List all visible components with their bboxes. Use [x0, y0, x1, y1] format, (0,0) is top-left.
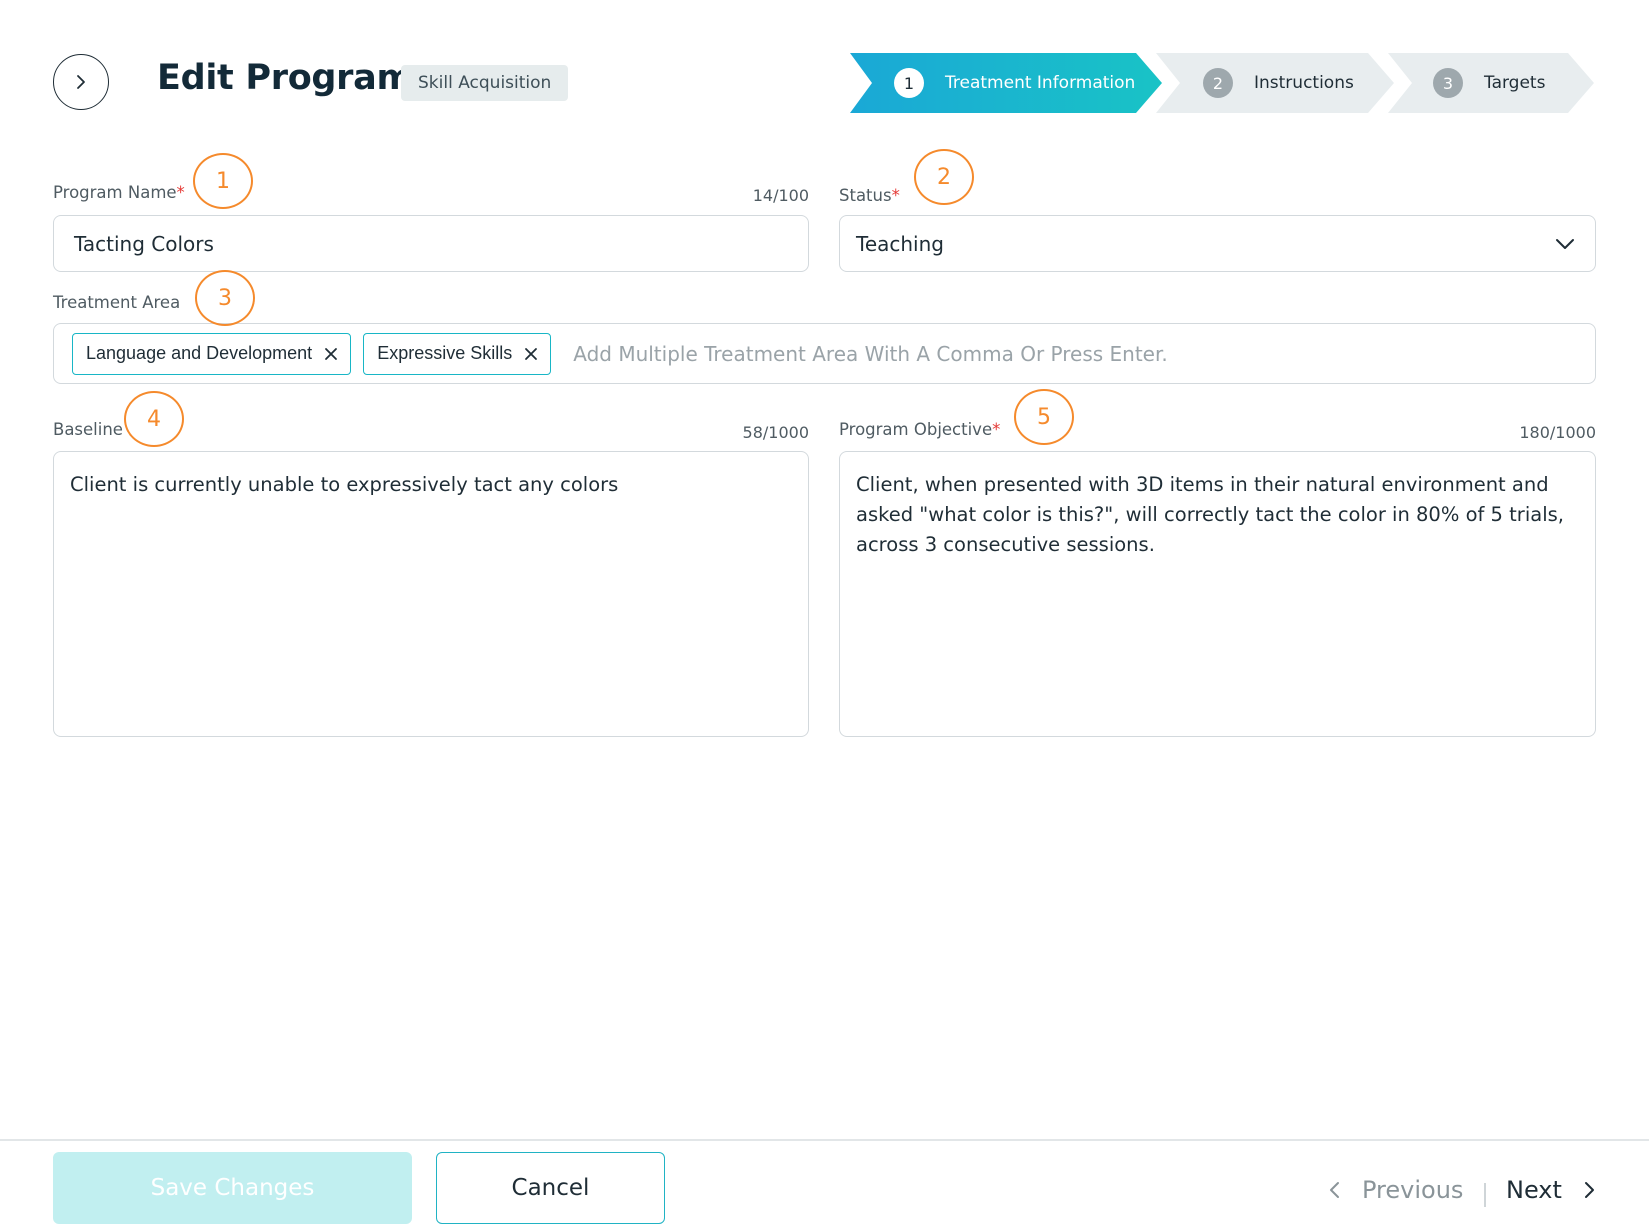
expand-sidebar-button[interactable]: [53, 54, 109, 110]
program-name-label: Program Name*: [53, 183, 185, 202]
program-objective-value: Client, when presented with 3D items in …: [856, 473, 1564, 556]
chevron-down-icon: [1556, 238, 1574, 249]
step-label: Targets: [1484, 73, 1546, 93]
annotation-marker-4: 4: [124, 391, 184, 447]
page-title: Edit Program: [157, 58, 413, 98]
baseline-counter: 58/1000: [742, 423, 809, 442]
annotation-marker-5: 5: [1014, 389, 1074, 445]
treatment-area-placeholder: Add Multiple Treatment Area With A Comma…: [573, 341, 1168, 366]
close-icon[interactable]: [524, 347, 538, 361]
save-changes-button[interactable]: Save Changes: [53, 1152, 412, 1224]
chevron-right-icon: [1584, 1182, 1594, 1198]
tag-label: Language and Development: [86, 343, 313, 363]
status-value: Teaching: [856, 231, 944, 256]
program-objective-counter: 180/1000: [1519, 423, 1596, 442]
tag-chip: Language and Development: [72, 332, 352, 375]
next-label: Next: [1506, 1176, 1562, 1204]
stepper: 1 Treatment Information 2 Instructions 3…: [850, 53, 1594, 113]
status-label: Status*: [839, 186, 900, 205]
pager-divider: [1484, 1183, 1486, 1207]
next-button[interactable]: Next: [1506, 1176, 1596, 1204]
step-number: 1: [894, 68, 924, 98]
step-label: Instructions: [1254, 73, 1354, 93]
step-number: 3: [1433, 68, 1463, 98]
previous-button[interactable]: Previous: [1328, 1176, 1463, 1204]
treatment-area-tag-input[interactable]: Language and Development Expressive Skil…: [53, 323, 1596, 384]
program-name-value: Tacting Colors: [74, 231, 214, 256]
program-name-input[interactable]: Tacting Colors: [53, 215, 809, 272]
baseline-textarea[interactable]: Client is currently unable to expressive…: [53, 451, 809, 737]
status-select[interactable]: Teaching: [839, 215, 1596, 272]
previous-label: Previous: [1362, 1176, 1464, 1204]
chevron-right-icon: [77, 75, 85, 89]
tag-label: Expressive Skills: [377, 343, 513, 363]
footer-divider: [0, 1139, 1649, 1141]
step-treatment-information[interactable]: 1 Treatment Information: [850, 53, 1162, 113]
step-targets[interactable]: 3 Targets: [1388, 53, 1594, 113]
step-instructions[interactable]: 2 Instructions: [1156, 53, 1394, 113]
close-icon[interactable]: [324, 347, 338, 361]
program-type-badge: Skill Acquisition: [401, 65, 569, 101]
program-objective-label: Program Objective*: [839, 420, 1001, 439]
baseline-value: Client is currently unable to expressive…: [70, 473, 619, 496]
step-number: 2: [1203, 68, 1233, 98]
baseline-label: Baseline: [53, 420, 123, 439]
program-name-counter: 14/100: [752, 186, 809, 205]
cancel-button[interactable]: Cancel: [436, 1152, 665, 1224]
treatment-area-label: Treatment Area: [53, 293, 181, 312]
chevron-left-icon: [1330, 1182, 1339, 1198]
annotation-marker-3: 3: [195, 270, 255, 326]
step-label: Treatment Information: [945, 73, 1136, 93]
annotation-marker-2: 2: [914, 149, 974, 205]
annotation-marker-1: 1: [193, 153, 253, 209]
tag-chip: Expressive Skills: [363, 332, 552, 375]
program-objective-textarea[interactable]: Client, when presented with 3D items in …: [839, 451, 1596, 737]
